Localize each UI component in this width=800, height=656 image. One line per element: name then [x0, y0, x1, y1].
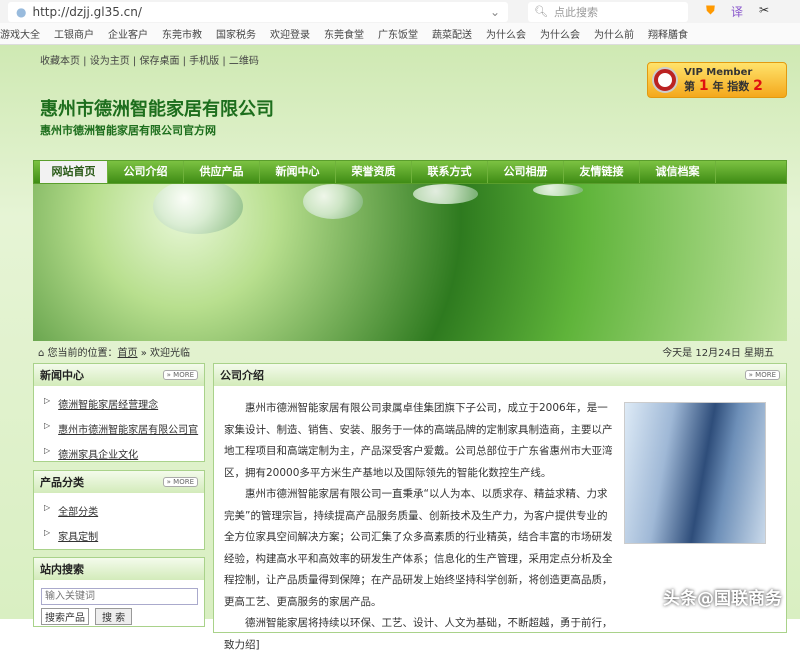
search-type-select[interactable]: 搜索产品 [41, 608, 89, 625]
main-nav: 网站首页 公司介绍 供应产品 新闻中心 荣誉资质 联系方式 公司相册 友情链接 诚信档案 [33, 160, 787, 184]
vip-year-unit: 年 [712, 79, 724, 93]
nav-item[interactable]: 联系方式 [412, 161, 488, 183]
list-link[interactable]: 德洲家具企业文化 [58, 446, 138, 461]
scissors-icon[interactable]: ✂ [759, 3, 769, 20]
chevron-down-icon[interactable]: ⌄ [490, 5, 500, 19]
list-link[interactable]: 家具定制 [58, 528, 98, 543]
search-icon: 🔍︎ [534, 5, 548, 18]
bookmark-item[interactable]: 蔬菜配送 [432, 26, 472, 41]
nav-item[interactable]: 新闻中心 [260, 161, 336, 183]
products-title: 产品分类 [40, 476, 84, 489]
list-item: ▷ 德洲家具企业文化 [44, 446, 204, 461]
nav-item[interactable]: 荣誉资质 [336, 161, 412, 183]
nav-item[interactable]: 网站首页 [40, 161, 108, 183]
arrow-icon: ▷ [44, 396, 51, 405]
vip-title: VIP Member [684, 66, 753, 78]
intro-title: 公司介绍 [220, 369, 264, 382]
list-link[interactable]: 惠州市德洲智能家居有限公司官 [58, 421, 198, 436]
address-bar[interactable]: ● http://dzjj.gl35.cn/ ⌄ [8, 1, 508, 22]
translate-icon[interactable]: 译 [731, 3, 743, 20]
browser-toolbar: ● http://dzjj.gl35.cn/ ⌄ 🔍︎ 点此搜索 ⛊ 译 ✂ [0, 0, 800, 23]
products-box: 产品分类 » MORE ▷ 全部分类 ▷ 家具定制 [33, 470, 205, 550]
arrow-icon: ▷ [44, 446, 51, 455]
site-title: 惠州市德洲智能家居有限公司 [40, 99, 274, 120]
shield-icon[interactable]: ⛊ [706, 3, 715, 20]
bookmark-item[interactable]: 欢迎登录 [270, 26, 310, 41]
search-box: 站内搜索 搜索产品搜 索 [33, 557, 205, 627]
nav-item[interactable]: 公司介绍 [108, 161, 184, 183]
banner-image [33, 184, 787, 341]
search-button[interactable]: 搜 索 [95, 608, 133, 625]
arrow-icon: ▷ [44, 528, 51, 537]
intro-more-button[interactable]: » MORE [744, 370, 780, 380]
arrow-icon: ▷ [44, 421, 51, 430]
arrow-icon: ▷ [44, 503, 51, 512]
building-image [624, 402, 766, 544]
bookmark-item[interactable]: 为什么会 [486, 26, 526, 41]
search-placeholder: 点此搜索 [553, 5, 598, 19]
bookmark-item[interactable]: 为什么前 [594, 26, 634, 41]
search-title: 站内搜索 [40, 563, 84, 576]
site-subtitle: 惠州市德洲智能家居有限公司官方网 [40, 124, 216, 137]
nav-item[interactable]: 诚信档案 [640, 161, 716, 183]
top-links[interactable]: 收藏本页 | 设为主页 | 保存桌面 | 手机版 | 二维码 [40, 52, 259, 67]
list-link[interactable]: 德洲智能家居经营理念 [58, 396, 158, 411]
intro-paragraph: 惠州市德洲智能家居有限公司一直秉承“以人为本、以质求存、精益求精、力求完美”的管… [224, 488, 613, 608]
list-item: ▷ 惠州市德洲智能家居有限公司官 [44, 421, 204, 436]
nav-item[interactable]: 公司相册 [488, 161, 564, 183]
intro-paragraph: 惠州市德洲智能家居有限公司隶属卓佳集团旗下子公司，成立于2006年，是一家集设计… [224, 402, 613, 479]
keyword-input[interactable] [41, 588, 198, 605]
medal-icon [654, 69, 676, 91]
intro-text: 惠州市德洲智能家居有限公司隶属卓佳集团旗下子公司，成立于2006年，是一家集设计… [224, 398, 614, 656]
bookmark-item[interactable]: 东莞市教 [162, 26, 202, 41]
bookmark-item[interactable]: 工银商户 [54, 26, 94, 41]
vip-prefix: 第 [684, 79, 695, 93]
list-item: ▷ 德洲智能家居经营理念 [44, 396, 204, 411]
bookmarks-bar: 游戏大全 工银商户 企业客户 东莞市教 国家税务 欢迎登录 东莞食堂 广东饭堂 蔬菜配送 为什么会… [0, 23, 800, 45]
watermark: 头条@国联商务 [663, 589, 782, 609]
vip-year: 1 [698, 77, 709, 94]
nav-item[interactable]: 供应产品 [184, 161, 260, 183]
vip-badge: VIP Member 第 1 年 指数 2 [647, 62, 787, 98]
breadcrumb-separator: » [140, 348, 147, 359]
news-more-button[interactable]: » MORE [162, 370, 198, 380]
bookmark-item[interactable]: 为什么会 [540, 26, 580, 41]
site-icon: ● [16, 4, 27, 19]
home-icon: ⌂ [38, 348, 45, 359]
nav-item[interactable]: 友情链接 [564, 161, 640, 183]
list-item: ▷ 全部分类 [44, 503, 204, 518]
vip-index-label: 指数 [727, 79, 750, 93]
breadcrumb: ⌂ 您当前的位置：首页 » 欢迎光临 [38, 344, 190, 359]
breadcrumb-home-link[interactable]: 首页 [118, 348, 138, 359]
news-box: 新闻中心 » MORE ▷ 德洲智能家居经营理念 ▷ 惠州市德洲智能家居有限公司官 ▷ 德洲… [33, 363, 205, 462]
bookmark-item[interactable]: 广东饭堂 [378, 26, 418, 41]
list-link[interactable]: 全部分类 [58, 503, 98, 518]
news-title: 新闻中心 [40, 369, 84, 382]
bookmark-item[interactable]: 国家税务 [216, 26, 256, 41]
products-more-button[interactable]: » MORE [162, 477, 198, 487]
search-input[interactable]: 🔍︎ 点此搜索 [528, 1, 688, 22]
breadcrumb-current: 欢迎光临 [150, 348, 191, 359]
breadcrumb-prefix: 您当前的位置： [47, 348, 118, 359]
intro-paragraph: 德洲智能家居将持续以环保、工艺、设计、人文为基础，不断超越，勇于前行，致力绍] [224, 617, 613, 651]
bookmark-item[interactable]: 游戏大全 [0, 26, 40, 41]
list-item: ▷ 家具定制 [44, 528, 204, 543]
url-text: http://dzjj.gl35.cn/ [32, 4, 142, 19]
page: 收藏本页 | 设为主页 | 保存桌面 | 手机版 | 二维码 VIP Membe… [0, 45, 800, 651]
bookmark-item[interactable]: 东莞食堂 [324, 26, 364, 41]
vip-index: 2 [753, 77, 763, 94]
date-text: 今天是 12月24日 星期五 [662, 348, 774, 359]
bookmark-item[interactable]: 翔释膳食 [648, 26, 688, 41]
bookmark-item[interactable]: 企业客户 [108, 26, 148, 41]
